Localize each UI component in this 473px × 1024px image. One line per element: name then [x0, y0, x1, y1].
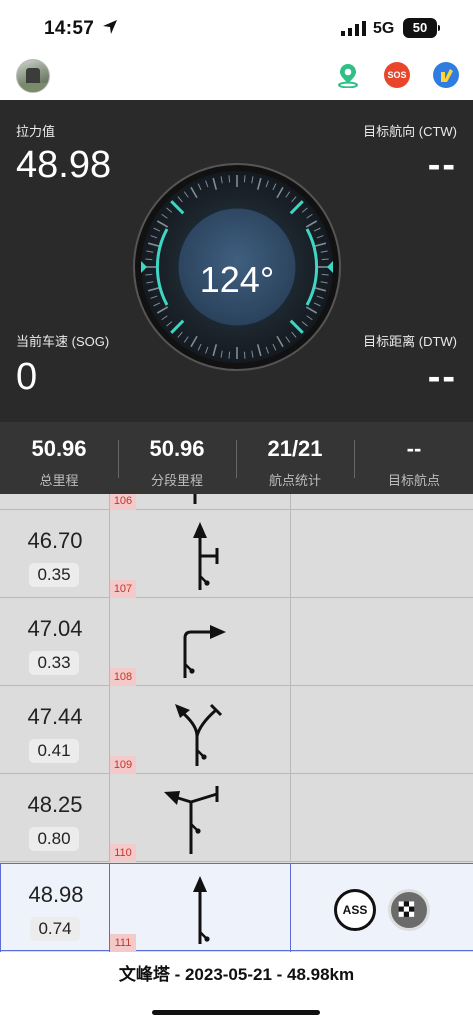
finish-flag-icon: [388, 889, 430, 931]
roadbook-list[interactable]: 106 46.70 0.35 107 47.04 0.33 108 47.44 …: [0, 494, 473, 952]
share-icon[interactable]: [433, 62, 459, 88]
compass-tick: [321, 258, 329, 261]
compass-tick: [321, 273, 329, 276]
stat-segment-distance: 50.96 分段里程: [118, 422, 236, 494]
row-diagram-cell: 106: [110, 494, 291, 510]
row-diagram-cell: 109: [110, 686, 291, 774]
dashboard-panel: 拉力值 48.98 目标航向 (CTW) -- 当前车速 (SOG) 0 目标距…: [0, 100, 473, 422]
roadbook-row[interactable]: 47.44 0.41 109: [0, 686, 473, 774]
row-notes-cell: [291, 598, 473, 686]
row-distance-cell: 47.44 0.41: [0, 686, 110, 774]
row-notes-cell: [291, 774, 473, 862]
row-segment-distance: 0.35: [29, 563, 79, 587]
pull-label: 拉力值: [16, 124, 56, 139]
map-pin-icon[interactable]: [335, 62, 361, 88]
waypoint-number: 107: [110, 580, 136, 598]
row-distance-cell: 47.04 0.33: [0, 598, 110, 686]
waypoint-number: 110: [110, 844, 136, 862]
compass-tick: [145, 258, 153, 261]
ctw-value: --: [427, 144, 457, 186]
battery-icon: 50: [403, 18, 440, 38]
status-time: 14:57: [44, 18, 95, 39]
row-segment-distance: 0.74: [30, 917, 80, 941]
row-total-distance: 47.44: [27, 704, 83, 729]
stat-label: 总里程: [39, 473, 79, 488]
row-segment-distance: 0.80: [29, 827, 79, 851]
sog-value: 0: [16, 356, 38, 398]
stat-waypoint-count: 21/21 航点统计: [236, 422, 354, 494]
row-total-distance: 48.98: [28, 882, 84, 907]
stat-label: 航点统计: [268, 473, 321, 488]
app-header: SOS: [0, 56, 473, 100]
battery-level: 50: [412, 20, 428, 35]
straight-icon: [193, 876, 210, 944]
stat-label: 分段里程: [150, 473, 203, 488]
row-notes-cell: [291, 510, 473, 598]
stat-total-distance: 50.96 总里程: [0, 422, 118, 494]
row-total-distance: 48.25: [27, 792, 83, 817]
compass-tick: [243, 351, 246, 359]
roadbook-row[interactable]: 47.04 0.33 108: [0, 598, 473, 686]
waypoint-number: 109: [110, 756, 136, 774]
pull-value: 48.98: [16, 144, 112, 186]
compass-dial: 124°: [133, 163, 341, 371]
stat-value: 50.96: [149, 436, 205, 461]
row-diagram-cell: 110: [110, 774, 291, 862]
left-turn-with-junction-icon: [164, 786, 219, 854]
route-summary: 文峰塔 - 2023-05-21 - 48.98km: [118, 965, 355, 984]
route-summary-footer: 文峰塔 - 2023-05-21 - 48.98km: [0, 952, 473, 1024]
row-notes-cell: [291, 686, 473, 774]
row-segment-distance: 0.41: [29, 739, 79, 763]
stat-value: --: [406, 436, 422, 461]
row-total-distance: 47.04: [27, 616, 83, 641]
stat-label: 目标航点: [387, 473, 440, 488]
compass-tick: [145, 273, 153, 276]
ctw-label: 目标航向 (CTW): [363, 124, 457, 139]
roadbook-row[interactable]: 46.70 0.35 107: [0, 510, 473, 598]
right-turn-icon: [183, 625, 226, 678]
row-distance-cell: 48.98 0.74: [0, 864, 110, 952]
waypoint-number: 108: [110, 668, 136, 686]
stats-bar: 50.96 总里程 50.96 分段里程 21/21 航点统计 -- 目标航点: [0, 422, 473, 494]
row-diagram-cell: 107: [110, 510, 291, 598]
compass-tick: [243, 175, 246, 183]
ass-badge: ASS: [334, 889, 376, 931]
avatar[interactable]: [16, 59, 50, 93]
dtw-label: 目标距离 (DTW): [363, 334, 457, 349]
compass-tick: [228, 175, 231, 183]
stat-value: 21/21: [267, 436, 323, 461]
location-arrow-icon: [103, 20, 117, 34]
row-total-distance: 46.70: [27, 528, 83, 553]
roadbook-row[interactable]: 48.25 0.80 110: [0, 774, 473, 862]
row-distance-cell: 48.25 0.80: [0, 774, 110, 862]
row-diagram-cell: 108: [110, 598, 291, 686]
status-bar: 14:57 5G 50: [0, 0, 473, 56]
sos-icon[interactable]: SOS: [384, 62, 410, 88]
roadbook-row[interactable]: 106: [0, 494, 473, 510]
straight-icon: [193, 494, 197, 504]
compass-tick: [228, 351, 231, 359]
home-indicator[interactable]: [152, 1010, 320, 1015]
fork-keep-left-icon: [175, 703, 223, 766]
row-diagram-cell: 111: [110, 864, 291, 952]
row-notes-cell: [291, 494, 473, 510]
signal-bars-icon: [341, 21, 366, 36]
row-segment-distance: 0.33: [29, 651, 79, 675]
heading-value: 124°: [200, 259, 274, 300]
row-distance-cell: [0, 494, 110, 510]
straight-with-junction-icon: [193, 522, 219, 590]
sog-label: 当前车速 (SOG): [16, 334, 110, 349]
waypoint-number: 106: [110, 494, 136, 510]
dtw-value: --: [427, 356, 457, 398]
roadbook-row-active[interactable]: 48.98 0.74 111 ASS: [0, 863, 473, 952]
stat-target-waypoint: -- 目标航点: [355, 422, 473, 494]
stat-value: 50.96: [31, 436, 87, 461]
row-notes-cell: ASS: [291, 864, 473, 952]
waypoint-number: 111: [110, 934, 136, 952]
network-type: 5G: [373, 20, 395, 37]
row-distance-cell: 46.70 0.35: [0, 510, 110, 598]
